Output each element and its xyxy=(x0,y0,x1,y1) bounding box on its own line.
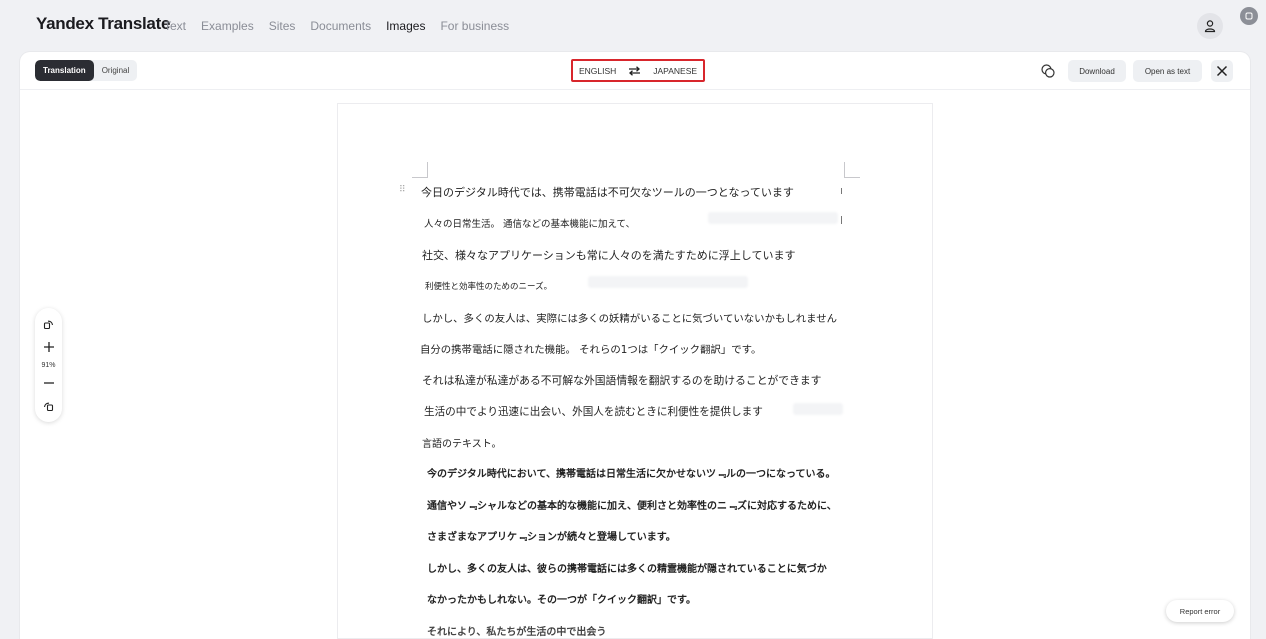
zoom-in-button[interactable] xyxy=(39,339,59,355)
panel-toolbar: Translation Original ENGLISH JAPANESE Do… xyxy=(20,52,1250,90)
image-translation-panel: Translation Original ENGLISH JAPANESE Do… xyxy=(20,52,1250,639)
nav-item-examples[interactable]: Examples xyxy=(201,19,254,33)
translated-bold-line: しかし、多くの友人は、彼らの携帯電話には多くの精霊機能が隠されていることに気づか xyxy=(427,564,827,575)
translated-line: それは私達が私達がある不可解な外国語情報を翻訳するのを助けることができます xyxy=(422,374,822,387)
translated-line: 人々の日常生活。 通信などの基本機能に加えて、 xyxy=(424,219,636,230)
report-error-button[interactable]: Report error xyxy=(1166,600,1234,622)
rotate-left-button[interactable] xyxy=(39,316,59,332)
nav-item-sites[interactable]: Sites xyxy=(269,19,296,33)
translated-line: 社交、様々なアプリケーションも常に人々のを満たすために浮上しています xyxy=(422,249,796,262)
download-button[interactable]: Download xyxy=(1068,60,1126,82)
zoom-level: 91% xyxy=(41,361,56,369)
swap-arrows-icon xyxy=(629,65,641,76)
blurred-region xyxy=(588,276,748,288)
crop-corner-top-right[interactable] xyxy=(844,162,860,178)
main-nav: Text Examples Sites Documents Images For… xyxy=(164,19,509,33)
blurred-region xyxy=(708,212,838,224)
drag-handle-icon[interactable]: ⠿ xyxy=(399,186,406,195)
chat-button[interactable] xyxy=(1038,61,1058,81)
nav-item-for-business[interactable]: For business xyxy=(440,19,509,33)
zoom-controls: 91% xyxy=(35,308,62,422)
translated-line: 生活の中でより迅速に出会い、外国人を読むときに利便性を提供します xyxy=(424,406,763,418)
user-icon xyxy=(1204,20,1216,33)
nav-item-images[interactable]: Images xyxy=(386,19,425,33)
text-edge-mark xyxy=(841,188,842,194)
translated-line: 自分の携帯電話に隠された機能。 それらの1つは「クイック翻訳」です。 xyxy=(420,344,762,356)
close-icon xyxy=(1216,65,1228,77)
extension-icon[interactable] xyxy=(1240,7,1258,25)
translated-bold-line: 今のデジタル時代において、携帯電話は日常生活に欠かせないツ﹃ルの一つになっている… xyxy=(427,469,836,480)
view-toggle: Translation Original xyxy=(35,60,138,81)
translated-bold-line: 通信やソ﹃シャルなどの基本的な機能に加え、便利さと効率性のニ﹃ズに対応するために… xyxy=(427,501,837,512)
rotate-right-icon xyxy=(43,402,54,411)
language-selector: ENGLISH JAPANESE xyxy=(571,59,705,82)
translation-tab[interactable]: Translation xyxy=(35,60,94,81)
translated-line: しかし、多くの友人は、実際には多くの妖精がいることに気づいていないかもしれません xyxy=(422,313,837,325)
user-account-button[interactable] xyxy=(1197,13,1223,39)
translated-line: 今日のデジタル時代では、携帯電話は不可欠なツールの一つとなっています xyxy=(421,186,794,199)
original-tab[interactable]: Original xyxy=(94,60,138,81)
translated-line: 利便性と効率性のためのニーズ。 xyxy=(425,282,553,292)
rotate-left-icon xyxy=(43,320,54,329)
chat-bubbles-icon xyxy=(1041,64,1055,78)
top-navigation: Yandex Translate Text Examples Sites Doc… xyxy=(0,0,1266,52)
target-language-button[interactable]: JAPANESE xyxy=(653,66,697,76)
plus-icon xyxy=(43,341,54,352)
brand-logo[interactable]: Yandex Translate xyxy=(36,14,170,34)
crop-corner-top-left[interactable] xyxy=(412,162,428,178)
translated-image-page: ⠿ 今日のデジタル時代では、携帯電話は不可欠なツールの一つとなっています 人々の… xyxy=(337,103,933,639)
zoom-out-button[interactable] xyxy=(39,375,59,391)
minus-icon xyxy=(43,382,54,384)
translated-bold-line: なかったかもしれない。その一つが「クイック翻訳」です。 xyxy=(427,595,696,606)
swap-languages-button[interactable] xyxy=(628,65,641,76)
rotate-right-button[interactable] xyxy=(39,398,59,414)
translated-bold-line-partial: それにより、私たちが生活の中で出会う xyxy=(427,627,607,638)
blurred-region xyxy=(793,403,843,415)
nav-item-text[interactable]: Text xyxy=(164,19,186,33)
source-language-button[interactable]: ENGLISH xyxy=(579,66,616,76)
open-as-text-button[interactable]: Open as text xyxy=(1133,60,1202,82)
translated-line: 言語のテキスト。 xyxy=(422,439,502,450)
nav-item-documents[interactable]: Documents xyxy=(310,19,371,33)
text-edge-mark xyxy=(841,216,842,224)
close-button[interactable] xyxy=(1211,60,1233,82)
translated-bold-line: さまざまなアプリケ﹃ションが続々と登場しています。 xyxy=(427,532,676,543)
